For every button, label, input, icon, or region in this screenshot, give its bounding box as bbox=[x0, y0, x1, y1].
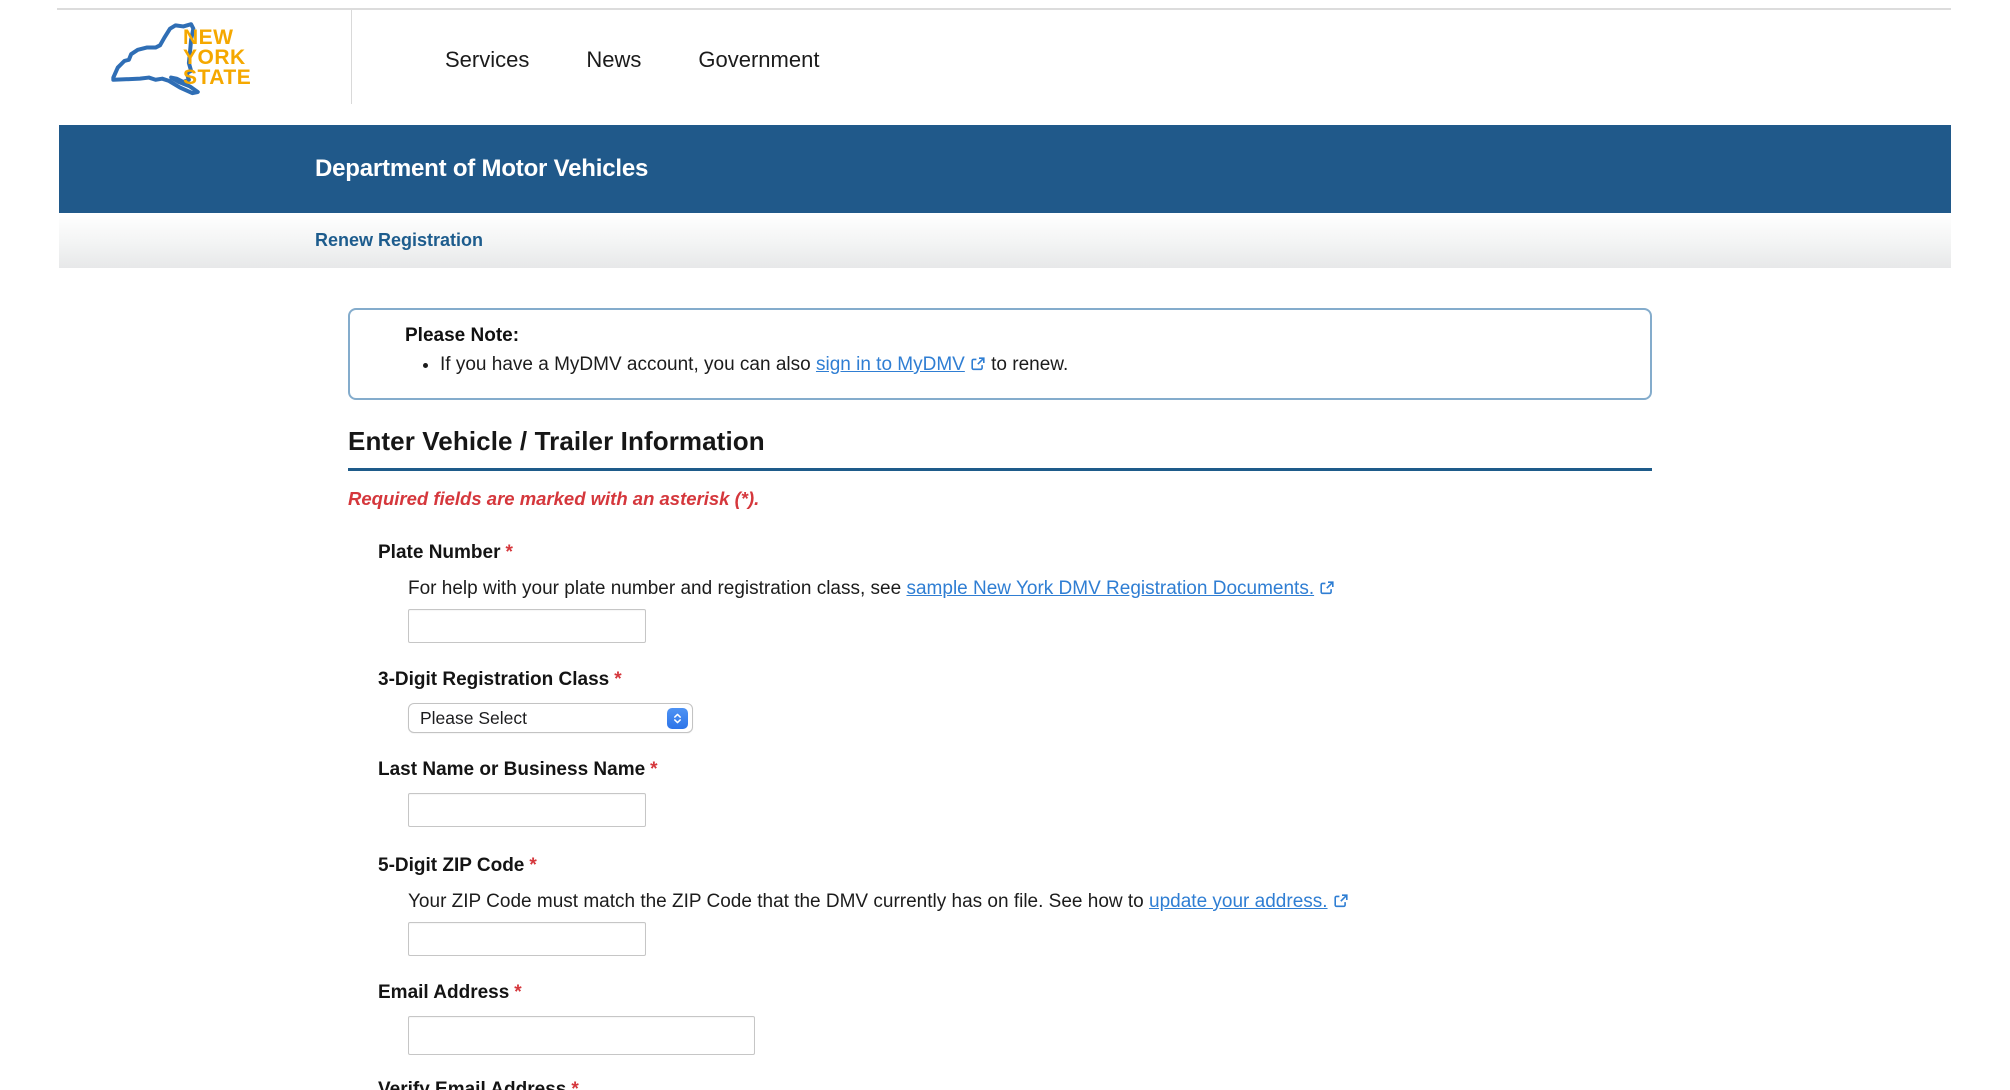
zip-code-label: 5-Digit ZIP Code* bbox=[378, 855, 1652, 877]
required-asterisk: * bbox=[505, 542, 512, 563]
header-divider bbox=[351, 10, 352, 104]
zip-help-text: Your ZIP Code must match the ZIP Code th… bbox=[408, 891, 1652, 913]
sample-registration-documents-link[interactable]: sample New York DMV Registration Documen… bbox=[906, 578, 1314, 599]
sign-in-mydmv-link[interactable]: sign in to MyDMV bbox=[816, 354, 965, 375]
required-asterisk: * bbox=[571, 1079, 578, 1090]
email-input[interactable] bbox=[408, 1016, 755, 1055]
plate-number-label: Plate Number* bbox=[378, 542, 1652, 564]
external-link-icon[interactable] bbox=[970, 356, 986, 372]
utility-header: NEW YORK STATE Services News Government bbox=[0, 10, 2010, 122]
page: NEW YORK STATE Services News Government … bbox=[0, 0, 2010, 1090]
section-title: Enter Vehicle / Trailer Information bbox=[348, 426, 1652, 471]
plate-help-text: For help with your plate number and regi… bbox=[408, 578, 1652, 600]
required-asterisk: * bbox=[514, 982, 521, 1003]
required-asterisk: * bbox=[529, 855, 536, 876]
breadcrumb-band: Renew Registration bbox=[59, 213, 1951, 268]
select-stepper-icon bbox=[667, 708, 688, 729]
registration-class-label: 3-Digit Registration Class* bbox=[378, 669, 1652, 691]
plate-number-input[interactable] bbox=[408, 609, 646, 643]
external-link-icon[interactable] bbox=[1333, 893, 1349, 909]
note-text-suffix: to renew. bbox=[986, 354, 1068, 375]
verify-email-label: Verify Email Address* bbox=[378, 1079, 1652, 1090]
select-selected-value: Please Select bbox=[420, 708, 527, 729]
zip-code-input[interactable] bbox=[408, 922, 646, 956]
external-link-icon[interactable] bbox=[1319, 580, 1335, 596]
utility-nav: Services News Government bbox=[445, 10, 819, 110]
nav-item-government[interactable]: Government bbox=[698, 47, 819, 73]
update-your-address-link[interactable]: update your address. bbox=[1149, 891, 1328, 912]
department-title: Department of Motor Vehicles bbox=[315, 155, 648, 183]
note-heading: Please Note: bbox=[405, 325, 1630, 347]
note-item: If you have a MyDMV account, you can als… bbox=[440, 354, 1630, 376]
required-asterisk: * bbox=[650, 759, 657, 780]
required-fields-note: Required fields are marked with an aster… bbox=[348, 488, 1652, 510]
last-name-label: Last Name or Business Name* bbox=[378, 759, 1652, 781]
main-content: Please Note: If you have a MyDMV account… bbox=[348, 308, 1652, 1090]
breadcrumb: Renew Registration bbox=[315, 230, 483, 251]
please-note-box: Please Note: If you have a MyDMV account… bbox=[348, 308, 1652, 400]
email-label: Email Address* bbox=[378, 982, 1652, 1004]
nav-item-services[interactable]: Services bbox=[445, 47, 529, 73]
note-list: If you have a MyDMV account, you can als… bbox=[350, 354, 1630, 376]
note-text-prefix: If you have a MyDMV account, you can als… bbox=[440, 354, 816, 375]
department-banner: Department of Motor Vehicles bbox=[59, 125, 1951, 213]
required-asterisk: * bbox=[614, 669, 621, 690]
last-name-input[interactable] bbox=[408, 793, 646, 827]
registration-form: Plate Number* For help with your plate n… bbox=[348, 542, 1652, 1090]
registration-class-select[interactable]: Please Select bbox=[408, 703, 693, 733]
nys-logo[interactable]: NEW YORK STATE bbox=[95, 12, 273, 112]
nys-logo-wordmark: NEW YORK STATE bbox=[183, 28, 251, 88]
nav-item-news[interactable]: News bbox=[586, 47, 641, 73]
